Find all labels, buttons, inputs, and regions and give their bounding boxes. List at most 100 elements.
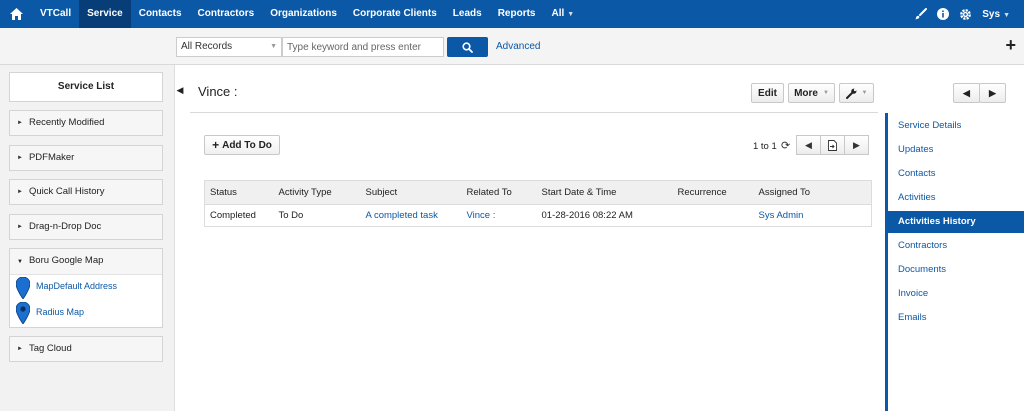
caret-right-icon: ► xyxy=(17,189,23,195)
chevron-right-icon: ▶ xyxy=(989,87,996,98)
tab-documents[interactable]: Documents xyxy=(888,259,1024,281)
map-default-address-link[interactable]: MapDefault Address xyxy=(36,281,117,291)
table-row[interactable]: Completed To Do A completed task Vince :… xyxy=(205,205,872,227)
sidebar-item-label: Quick Call History xyxy=(28,186,105,197)
caret-right-icon: ► xyxy=(17,155,23,161)
map-pin-icon xyxy=(16,277,30,299)
top-right-tools: Sys ▼ xyxy=(910,0,1024,28)
sidebar-item-label: Recently Modified xyxy=(28,117,105,128)
page-jump-button[interactable] xyxy=(820,135,845,155)
column-header-subject[interactable]: Subject xyxy=(360,180,462,205)
google-map-panel: ▼ Boru Google Map MapDefault Address Radi… xyxy=(9,248,163,328)
previous-record-button[interactable]: ◀ xyxy=(953,83,980,103)
collapse-sidebar-icon[interactable]: ◀ xyxy=(175,80,185,100)
refresh-icon[interactable]: ⟳ xyxy=(781,139,790,152)
next-record-button[interactable]: ▶ xyxy=(979,83,1006,103)
page-previous-button[interactable]: ◀ xyxy=(796,135,821,155)
tab-contractors[interactable]: Contractors xyxy=(888,235,1024,257)
top-navigation-bar: VTCall Service Contacts Contractors Orga… xyxy=(0,0,1024,28)
column-header-activity-type[interactable]: Activity Type xyxy=(273,180,361,205)
cell-assigned-to-link[interactable]: Sys Admin xyxy=(754,205,872,227)
edit-button[interactable]: Edit xyxy=(751,83,784,103)
sidebar-item-label: PDFMaker xyxy=(28,152,75,163)
tab-contacts[interactable]: Contacts xyxy=(888,163,1024,185)
cell-related-to-link[interactable]: Vince : xyxy=(462,205,537,227)
sidebar-item-quick-call-history[interactable]: ► Quick Call History xyxy=(9,179,163,205)
chevron-down-icon: ▼ xyxy=(567,11,575,18)
column-header-status[interactable]: Status xyxy=(204,180,274,205)
nav-all-menu[interactable]: All ▼ xyxy=(544,0,583,28)
add-plus-icon[interactable]: + xyxy=(1005,36,1016,54)
nav-contacts[interactable]: Contacts xyxy=(131,0,190,28)
google-map-label: Boru Google Map xyxy=(28,255,104,266)
column-header-recurrence[interactable]: Recurrence xyxy=(672,180,754,205)
more-button-label: More xyxy=(794,87,818,99)
nav-leads[interactable]: Leads xyxy=(445,0,490,28)
nav-vtcall[interactable]: VTCall xyxy=(32,0,79,28)
search-input[interactable] xyxy=(282,37,444,57)
add-todo-button[interactable]: + Add To Do xyxy=(204,135,280,155)
nav-contractors[interactable]: Contractors xyxy=(190,0,263,28)
advanced-search-link[interactable]: Advanced xyxy=(496,41,540,52)
nav-organizations[interactable]: Organizations xyxy=(262,0,345,28)
column-header-assigned-to[interactable]: Assigned To xyxy=(753,180,872,205)
map-pin-icon xyxy=(16,302,30,324)
divider xyxy=(190,112,878,113)
more-button[interactable]: More ▼ xyxy=(788,83,835,103)
tab-emails[interactable]: Emails xyxy=(888,307,1024,329)
column-header-related-to[interactable]: Related To xyxy=(461,180,537,205)
chevron-left-icon: ◀ xyxy=(805,139,812,150)
tab-activities-history[interactable]: Activities History xyxy=(888,211,1024,233)
search-button[interactable] xyxy=(447,37,488,57)
radius-map-link[interactable]: Radius Map xyxy=(36,307,84,317)
search-icon xyxy=(462,41,473,53)
chevron-down-icon: ▼ xyxy=(861,90,868,96)
pagination-info: 1 to 1 xyxy=(753,141,777,152)
page-next-button[interactable]: ▶ xyxy=(844,135,869,155)
cell-subject-link[interactable]: A completed task xyxy=(361,205,462,227)
caret-right-icon: ► xyxy=(17,224,23,230)
pagination-controls: ◀ ▶ xyxy=(796,135,869,155)
nav-all-label: All xyxy=(551,8,565,19)
paintbrush-icon[interactable] xyxy=(910,0,932,28)
edit-button-label: Edit xyxy=(758,87,777,99)
record-title: Vince : xyxy=(198,84,238,99)
caret-right-icon: ► xyxy=(17,346,23,352)
sidebar-item-label: Tag Cloud xyxy=(28,343,72,354)
cell-recurrence xyxy=(673,205,754,227)
tab-invoice[interactable]: Invoice xyxy=(888,283,1024,305)
tab-updates[interactable]: Updates xyxy=(888,139,1024,161)
nav-service[interactable]: Service xyxy=(79,0,131,28)
sidebar-item-tag-cloud[interactable]: ► Tag Cloud xyxy=(9,336,163,362)
info-icon[interactable] xyxy=(932,0,954,28)
nav-reports[interactable]: Reports xyxy=(490,0,544,28)
add-todo-label: Add To Do xyxy=(222,139,272,151)
column-header-start-date[interactable]: Start Date & Time xyxy=(536,180,673,205)
sidebar-item-label: Drag-n-Drop Doc xyxy=(28,221,102,232)
nav-corporate-clients[interactable]: Corporate Clients xyxy=(345,0,445,28)
home-icon[interactable] xyxy=(0,0,32,28)
record-tabs-panel: Service Details Updates Contacts Activit… xyxy=(885,113,1024,411)
filter-value: All Records xyxy=(181,41,233,52)
user-name: Sys xyxy=(982,8,1001,20)
caret-down-icon: ▼ xyxy=(17,259,23,265)
sidebar-item-drag-n-drop-doc[interactable]: ► Drag-n-Drop Doc xyxy=(9,214,163,240)
cell-start-date: 01-28-2016 08:22 AM xyxy=(541,210,633,221)
user-menu[interactable]: Sys ▼ xyxy=(976,9,1024,20)
sidebar-item-pdfmaker[interactable]: ► PDFMaker xyxy=(9,145,163,171)
gear-icon[interactable] xyxy=(954,0,976,28)
cell-status: Completed xyxy=(210,210,256,221)
wrench-icon xyxy=(845,88,856,99)
cell-activity-type: To Do xyxy=(278,210,304,221)
left-sidebar: Service List ► Recently Modified ► PDFMake… xyxy=(0,65,175,411)
chevron-down-icon: ▼ xyxy=(822,90,829,96)
chevron-down-icon: ▼ xyxy=(270,43,277,50)
sidebar-item-recently-modified[interactable]: ► Recently Modified xyxy=(9,110,163,136)
google-map-header[interactable]: ▼ Boru Google Map xyxy=(10,249,162,275)
tab-activities[interactable]: Activities xyxy=(888,187,1024,209)
chevron-left-icon: ◀ xyxy=(963,87,970,98)
tools-button[interactable]: ▼ xyxy=(839,83,874,103)
tab-service-details[interactable]: Service Details xyxy=(888,115,1024,137)
plus-icon: + xyxy=(212,138,220,152)
records-filter-select[interactable]: All Records ▼ xyxy=(176,37,282,57)
